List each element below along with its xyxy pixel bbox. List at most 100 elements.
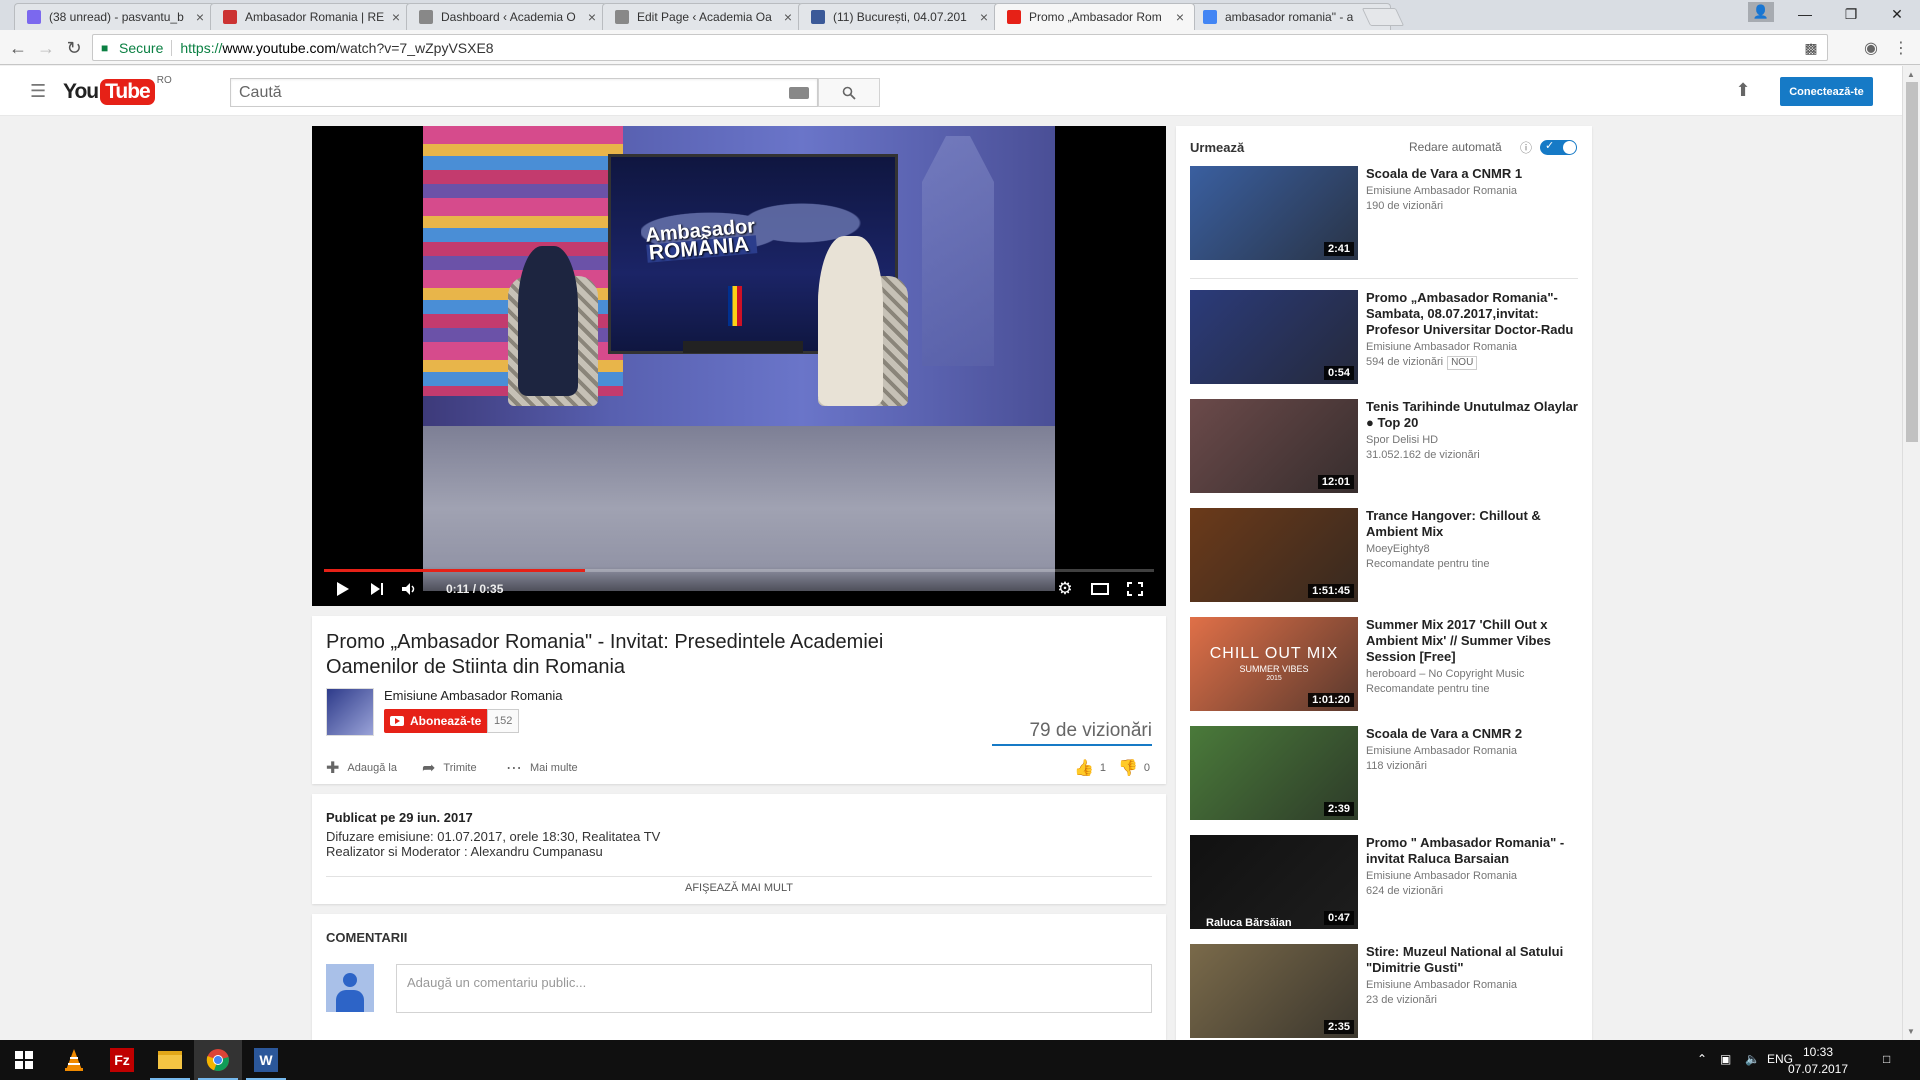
video-thumbnail[interactable]: 2:41 [1190, 166, 1358, 260]
tab-close-icon[interactable]: × [1176, 9, 1184, 25]
start-button[interactable] [0, 1040, 48, 1080]
tab-close-icon[interactable]: × [392, 9, 400, 25]
recommended-video-title[interactable]: Promo „Ambasador Romania"- Sambata, 08.0… [1366, 290, 1580, 338]
autoplay-toggle[interactable]: ✓ [1540, 140, 1577, 155]
forward-icon[interactable]: → [34, 36, 58, 60]
tab-title: Edit Page ‹ Academia Oa [637, 10, 772, 24]
video-thumbnail[interactable]: 12:01 [1190, 399, 1358, 493]
recommended-video-title[interactable]: Scoala de Vara a CNMR 2 [1366, 726, 1580, 742]
scroll-thumb[interactable] [1906, 82, 1918, 442]
recommended-video[interactable]: Raluca Bărsăian 0:47 Promo " Ambasador Rom… [1190, 835, 1580, 929]
next-button[interactable] [364, 576, 390, 602]
browser-tab[interactable]: Promo „Ambasador Rom × [994, 3, 1195, 30]
recommended-video-title[interactable]: Promo " Ambasador Romania" - invitat Ral… [1366, 835, 1580, 867]
recommended-video[interactable]: CHILL OUT MIX SUMMER VIBES 2015 1:01:20 Summ… [1190, 617, 1580, 711]
sign-in-button[interactable]: Conectează-te [1780, 77, 1873, 106]
youtube-logo[interactable]: You Tube RO [63, 75, 172, 107]
scroll-down-icon[interactable]: ▼ [1907, 1027, 1915, 1036]
chrome-menu-icon[interactable]: ⋮ [1890, 37, 1912, 59]
add-to-button[interactable]: ✚ Adaugă la [326, 758, 397, 778]
speaker-icon[interactable]: 🔈 [1745, 1052, 1760, 1066]
recommended-video-title[interactable]: Summer Mix 2017 'Chill Out x Ambient Mix… [1366, 617, 1580, 665]
notifications-icon[interactable]: □ [1883, 1052, 1890, 1066]
user-profile-icon[interactable]: 👤 [1748, 2, 1774, 22]
tab-close-icon[interactable]: × [980, 9, 988, 25]
description-line-2: Realizator si Moderator : Alexandru Cump… [326, 844, 603, 859]
recommended-video-title[interactable]: Tenis Tarihinde Unutulmaz Olaylar ● Top … [1366, 399, 1580, 431]
tab-close-icon[interactable]: × [196, 9, 204, 25]
minimize-icon[interactable]: — [1782, 0, 1828, 28]
recommended-video[interactable]: 1:51:45 Trance Hangover: Chillout & Ambie… [1190, 508, 1580, 602]
browser-tab[interactable]: Ambasador Romania | RE × [210, 3, 411, 30]
recommended-video[interactable]: 2:41 Scoala de Vara a CNMR 1 Emisiune Amba… [1190, 166, 1580, 260]
browser-tab[interactable]: Edit Page ‹ Academia Oa × [602, 3, 803, 30]
tab-close-icon[interactable]: × [588, 9, 596, 25]
maximize-icon[interactable]: ❐ [1828, 0, 1874, 28]
address-bar[interactable]: ■ Secure https://www.youtube.com/watch?v… [92, 34, 1828, 61]
fullscreen-button[interactable] [1122, 576, 1148, 602]
settings-button[interactable]: ⚙ [1052, 576, 1078, 602]
recommended-video[interactable]: 2:35 Stire: Muzeul National al Satului "D… [1190, 944, 1580, 1038]
new-tab-button[interactable] [1361, 8, 1405, 26]
chrome-app[interactable] [194, 1040, 242, 1080]
search-button[interactable] [818, 78, 880, 107]
channel-name-link[interactable]: Emisiune Ambasador Romania [384, 688, 562, 703]
volume-button[interactable] [396, 576, 422, 602]
show-more-button[interactable]: AFIŞEAZĂ MAI MULT [312, 882, 1166, 894]
subscribe-button[interactable]: Abonează-te [384, 709, 490, 733]
back-icon[interactable]: ← [6, 36, 30, 60]
recommended-video-channel: Emisiune Ambasador Romania [1366, 185, 1518, 197]
dislike-button[interactable]: 👎 0 [1118, 758, 1150, 778]
more-actions-button[interactable]: ⋯ Mai multe [506, 758, 578, 778]
recommended-video-title[interactable]: Trance Hangover: Chillout & Ambient Mix [1366, 508, 1580, 540]
video-thumbnail[interactable]: Raluca Bărsăian 0:47 [1190, 835, 1358, 929]
guide-menu-icon[interactable]: ☰ [30, 81, 50, 101]
browser-tab[interactable]: Dashboard ‹ Academia O × [406, 3, 607, 30]
word-app[interactable]: W [242, 1040, 290, 1080]
recommended-video[interactable]: 0:54 Promo „Ambasador Romania"- Sambata, … [1190, 290, 1580, 384]
clock-time[interactable]: 10:33 [1789, 1045, 1847, 1059]
channel-avatar[interactable] [326, 688, 374, 736]
keyboard-icon[interactable] [789, 87, 809, 99]
page-scrollbar[interactable]: ▲ ▼ [1902, 66, 1920, 1040]
show-hidden-icons[interactable]: ⌃ [1697, 1052, 1707, 1066]
recommended-video[interactable]: 12:01 Tenis Tarihinde Unutulmaz Olaylar ●… [1190, 399, 1580, 493]
like-button[interactable]: 👍 1 [1074, 758, 1106, 778]
video-thumbnail[interactable]: CHILL OUT MIX SUMMER VIBES 2015 1:01:20 [1190, 617, 1358, 711]
reload-icon[interactable]: ↻ [62, 36, 86, 60]
share-button[interactable]: ➦ Trimite [422, 758, 477, 778]
info-icon[interactable]: ⓘ [1519, 139, 1533, 155]
search-input[interactable] [231, 79, 817, 106]
play-button[interactable] [330, 576, 356, 602]
check-icon: ✓ [1545, 140, 1555, 152]
video-thumbnail[interactable]: 1:51:45 [1190, 508, 1358, 602]
network-icon[interactable]: ▣ [1720, 1052, 1731, 1066]
close-window-icon[interactable]: ✕ [1874, 0, 1920, 28]
browser-tab[interactable]: ambasador romania" - a× [1190, 3, 1391, 30]
recommended-video-title[interactable]: Scoala de Vara a CNMR 1 [1366, 166, 1580, 182]
publish-date: Publicat pe 29 iun. 2017 [326, 810, 473, 825]
video-thumbnail[interactable]: 2:39 [1190, 726, 1358, 820]
video-thumbnail[interactable]: 2:35 [1190, 944, 1358, 1038]
show-logo-overlay: Ambasador ROMÂNIA [644, 215, 758, 265]
upload-icon[interactable]: ⬆ [1732, 79, 1754, 101]
filezilla-app[interactable]: Fz [98, 1040, 146, 1080]
clock-date[interactable]: 07.07.2017 [1779, 1062, 1857, 1076]
theater-mode-button[interactable] [1087, 576, 1113, 602]
video-player[interactable]: Ambasador ROMÂNIA 0:11 / 0:35 ⚙ [312, 126, 1166, 606]
progress-bar[interactable] [324, 569, 1154, 572]
bookmark-star-icon[interactable]: ☆ [1801, 39, 1821, 57]
file-explorer-app[interactable] [146, 1040, 194, 1080]
tab-close-icon[interactable]: × [784, 9, 792, 25]
vlc-app[interactable] [50, 1040, 98, 1080]
url-text[interactable]: https://www.youtube.com/watch?v=7_wZpyVS… [180, 40, 493, 56]
comment-input[interactable]: Adaugă un comentariu public... [396, 964, 1152, 1013]
browser-tab[interactable]: (38 unread) - pasvantu_b × [14, 3, 215, 30]
extension-icon[interactable]: ◉ [1860, 37, 1882, 59]
scroll-up-icon[interactable]: ▲ [1907, 70, 1915, 79]
recommended-video-title[interactable]: Stire: Muzeul National al Satului "Dimit… [1366, 944, 1580, 976]
video-thumbnail[interactable]: 0:54 [1190, 290, 1358, 384]
volume-icon [402, 583, 415, 595]
recommended-video[interactable]: 2:39 Scoala de Vara a CNMR 2 Emisiune Amba… [1190, 726, 1580, 820]
browser-tab[interactable]: (11) București, 04.07.201 × [798, 3, 999, 30]
